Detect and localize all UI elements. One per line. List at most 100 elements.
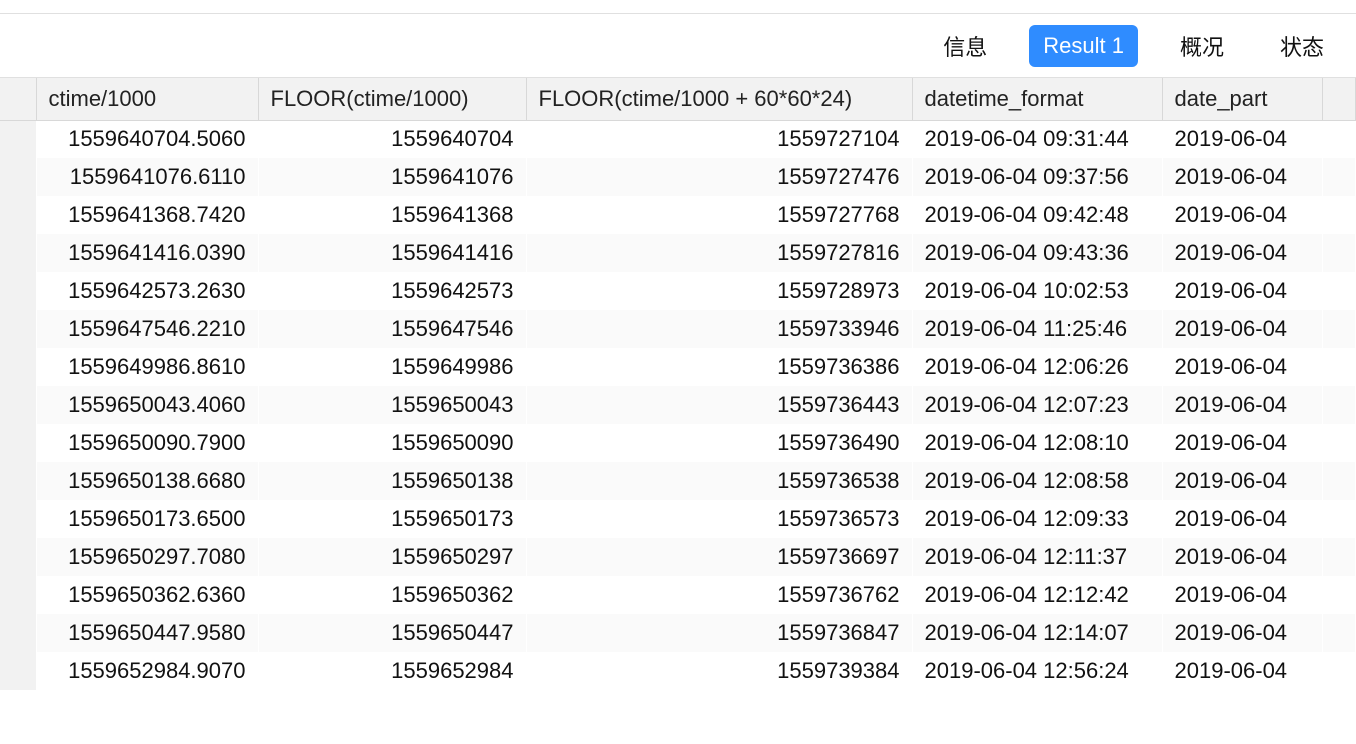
cell-ctime[interactable]: 1559647546.2210 (36, 310, 258, 348)
column-header-dtf[interactable]: datetime_format (912, 78, 1162, 120)
tab-overview[interactable]: 概况 (1166, 22, 1238, 70)
row-gutter[interactable] (0, 196, 36, 234)
cell-dp[interactable]: 2019-06-04 (1162, 196, 1322, 234)
row-gutter[interactable] (0, 158, 36, 196)
column-header-rownum[interactable] (0, 78, 36, 120)
cell-floor1[interactable]: 1559650297 (258, 538, 526, 576)
cell-floor1[interactable]: 1559650043 (258, 386, 526, 424)
cell-floor1[interactable]: 1559647546 (258, 310, 526, 348)
cell-ctime[interactable]: 1559652984.9070 (36, 652, 258, 690)
table-row[interactable]: 1559652984.9070155965298415597393842019-… (0, 652, 1356, 690)
cell-dtf[interactable]: 2019-06-04 10:02:53 (912, 272, 1162, 310)
row-gutter[interactable] (0, 386, 36, 424)
result-table-scroll[interactable]: ctime/1000FLOOR(ctime/1000)FLOOR(ctime/1… (0, 78, 1356, 744)
cell-dtf[interactable]: 2019-06-04 11:25:46 (912, 310, 1162, 348)
table-row[interactable]: 1559641368.7420155964136815597277682019-… (0, 196, 1356, 234)
cell-dp[interactable]: 2019-06-04 (1162, 386, 1322, 424)
cell-dp[interactable]: 2019-06-04 (1162, 158, 1322, 196)
cell-dp[interactable]: 2019-06-04 (1162, 652, 1322, 690)
cell-floor2[interactable]: 1559736386 (526, 348, 912, 386)
cell-floor1[interactable]: 1559641416 (258, 234, 526, 272)
row-gutter[interactable] (0, 424, 36, 462)
cell-dtf[interactable]: 2019-06-04 12:08:10 (912, 424, 1162, 462)
cell-dtf[interactable]: 2019-06-04 09:43:36 (912, 234, 1162, 272)
cell-ctime[interactable]: 1559650173.6500 (36, 500, 258, 538)
cell-ctime[interactable]: 1559649986.8610 (36, 348, 258, 386)
cell-dtf[interactable]: 2019-06-04 12:14:07 (912, 614, 1162, 652)
cell-ctime[interactable]: 1559650447.9580 (36, 614, 258, 652)
cell-ctime[interactable]: 1559650043.4060 (36, 386, 258, 424)
cell-dp[interactable]: 2019-06-04 (1162, 538, 1322, 576)
table-row[interactable]: 1559647546.2210155964754615597339462019-… (0, 310, 1356, 348)
cell-floor2[interactable]: 1559727768 (526, 196, 912, 234)
cell-floor2[interactable]: 1559727476 (526, 158, 912, 196)
cell-floor2[interactable]: 1559736490 (526, 424, 912, 462)
cell-floor2[interactable]: 1559736697 (526, 538, 912, 576)
cell-dp[interactable]: 2019-06-04 (1162, 120, 1322, 158)
cell-floor2[interactable]: 1559736443 (526, 386, 912, 424)
cell-floor2[interactable]: 1559733946 (526, 310, 912, 348)
row-gutter[interactable] (0, 576, 36, 614)
cell-floor1[interactable]: 1559650362 (258, 576, 526, 614)
cell-dtf[interactable]: 2019-06-04 12:56:24 (912, 652, 1162, 690)
cell-floor1[interactable]: 1559650138 (258, 462, 526, 500)
table-row[interactable]: 1559640704.5060155964070415597271042019-… (0, 120, 1356, 158)
cell-dtf[interactable]: 2019-06-04 12:08:58 (912, 462, 1162, 500)
table-row[interactable]: 1559650447.9580155965044715597368472019-… (0, 614, 1356, 652)
cell-dtf[interactable]: 2019-06-04 09:37:56 (912, 158, 1162, 196)
row-gutter[interactable] (0, 120, 36, 158)
cell-dtf[interactable]: 2019-06-04 12:06:26 (912, 348, 1162, 386)
cell-ctime[interactable]: 1559640704.5060 (36, 120, 258, 158)
table-row[interactable]: 1559641416.0390155964141615597278162019-… (0, 234, 1356, 272)
cell-dp[interactable]: 2019-06-04 (1162, 234, 1322, 272)
table-row[interactable]: 1559650138.6680155965013815597365382019-… (0, 462, 1356, 500)
cell-floor2[interactable]: 1559727816 (526, 234, 912, 272)
cell-ctime[interactable]: 1559641416.0390 (36, 234, 258, 272)
row-gutter[interactable] (0, 310, 36, 348)
cell-dp[interactable]: 2019-06-04 (1162, 272, 1322, 310)
cell-dp[interactable]: 2019-06-04 (1162, 424, 1322, 462)
cell-floor2[interactable]: 1559736847 (526, 614, 912, 652)
tab-status[interactable]: 状态 (1266, 22, 1338, 70)
row-gutter[interactable] (0, 614, 36, 652)
cell-floor1[interactable]: 1559652984 (258, 652, 526, 690)
cell-dp[interactable]: 2019-06-04 (1162, 310, 1322, 348)
table-row[interactable]: 1559641076.6110155964107615597274762019-… (0, 158, 1356, 196)
cell-floor2[interactable]: 1559736573 (526, 500, 912, 538)
cell-dp[interactable]: 2019-06-04 (1162, 576, 1322, 614)
table-row[interactable]: 1559642573.2630155964257315597289732019-… (0, 272, 1356, 310)
cell-floor1[interactable]: 1559641368 (258, 196, 526, 234)
cell-dtf[interactable]: 2019-06-04 12:09:33 (912, 500, 1162, 538)
table-row[interactable]: 1559650090.7900155965009015597364902019-… (0, 424, 1356, 462)
table-row[interactable]: 1559649986.8610155964998615597363862019-… (0, 348, 1356, 386)
cell-dtf[interactable]: 2019-06-04 12:12:42 (912, 576, 1162, 614)
table-row[interactable]: 1559650043.4060155965004315597364432019-… (0, 386, 1356, 424)
cell-floor1[interactable]: 1559649986 (258, 348, 526, 386)
cell-floor1[interactable]: 1559642573 (258, 272, 526, 310)
cell-dp[interactable]: 2019-06-04 (1162, 348, 1322, 386)
cell-dp[interactable]: 2019-06-04 (1162, 614, 1322, 652)
cell-dtf[interactable]: 2019-06-04 12:07:23 (912, 386, 1162, 424)
cell-floor2[interactable]: 1559736762 (526, 576, 912, 614)
cell-floor2[interactable]: 1559728973 (526, 272, 912, 310)
row-gutter[interactable] (0, 500, 36, 538)
cell-dtf[interactable]: 2019-06-04 12:11:37 (912, 538, 1162, 576)
column-header-dp[interactable]: date_part (1162, 78, 1322, 120)
cell-floor2[interactable]: 1559739384 (526, 652, 912, 690)
row-gutter[interactable] (0, 272, 36, 310)
tab-info[interactable]: 信息 (929, 22, 1001, 70)
row-gutter[interactable] (0, 234, 36, 272)
table-row[interactable]: 1559650297.7080155965029715597366972019-… (0, 538, 1356, 576)
cell-dp[interactable]: 2019-06-04 (1162, 500, 1322, 538)
cell-floor1[interactable]: 1559650173 (258, 500, 526, 538)
cell-floor1[interactable]: 1559641076 (258, 158, 526, 196)
column-header-floor2[interactable]: FLOOR(ctime/1000 + 60*60*24) (526, 78, 912, 120)
tab-result1[interactable]: Result 1 (1029, 25, 1138, 67)
cell-floor2[interactable]: 1559736538 (526, 462, 912, 500)
row-gutter[interactable] (0, 348, 36, 386)
cell-ctime[interactable]: 1559650297.7080 (36, 538, 258, 576)
row-gutter[interactable] (0, 462, 36, 500)
cell-floor1[interactable]: 1559650447 (258, 614, 526, 652)
cell-ctime[interactable]: 1559650138.6680 (36, 462, 258, 500)
cell-dtf[interactable]: 2019-06-04 09:31:44 (912, 120, 1162, 158)
